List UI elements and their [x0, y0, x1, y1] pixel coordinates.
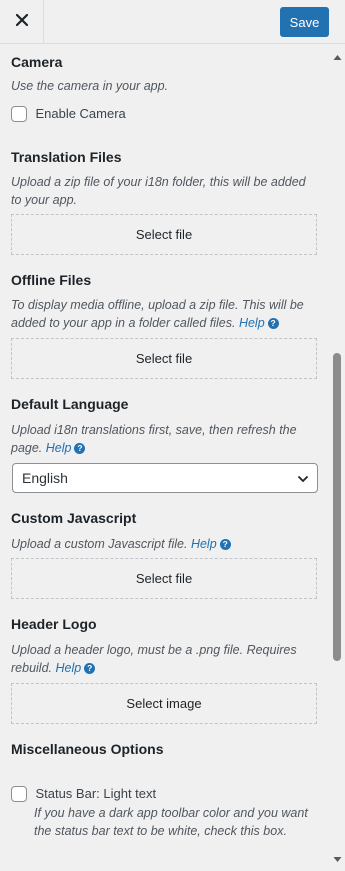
camera-description: Use the camera in your app. [11, 79, 169, 93]
scroll-up-arrow-icon[interactable] [333, 48, 342, 66]
language-selected-value: English [22, 470, 68, 486]
offline-title: Offline Files [11, 272, 92, 288]
status-bar-desc-line2: the status bar text to be white, check t… [34, 824, 287, 838]
enable-camera-row: Enable Camera [11, 105, 318, 123]
language-section: Default Language Upload i18n translation… [11, 395, 318, 493]
offline-desc-line2: added to your app in a folder called fil… [11, 316, 236, 330]
customizer-header: Save [0, 0, 345, 44]
chevron-down-icon [297, 472, 309, 488]
language-desc-line2: page. [11, 441, 43, 455]
help-circle-icon[interactable]: ? [219, 539, 231, 550]
translation-section: Translation Files Upload a zip file of y… [11, 148, 318, 255]
status-bar-label[interactable]: Status Bar: Light text [35, 786, 156, 801]
javascript-help-link[interactable]: Help [191, 537, 217, 551]
translation-title: Translation Files [11, 149, 122, 165]
help-circle-icon[interactable]: ? [84, 663, 96, 674]
offline-section: Offline Files To display media offline, … [11, 271, 318, 379]
javascript-select-file-button[interactable]: Select file [11, 558, 317, 599]
header-logo-desc-line1: Upload a header logo, must be a .png fil… [11, 643, 297, 657]
header-logo-desc-line2: rebuild. [11, 661, 52, 675]
offline-select-file-button[interactable]: Select file [11, 338, 317, 379]
language-title: Default Language [11, 396, 129, 412]
javascript-description: Upload a custom Javascript file. Help? [11, 535, 318, 553]
close-icon [15, 13, 29, 32]
status-bar-row: Status Bar: Light text [11, 785, 318, 803]
language-select-wrap: English [11, 463, 318, 493]
status-bar-desc-line1: If you have a dark app toolbar color and… [34, 806, 308, 820]
enable-camera-label[interactable]: Enable Camera [35, 106, 125, 121]
header-logo-section: Header Logo Upload a header logo, must b… [11, 615, 318, 724]
scroll-down-arrow-icon[interactable] [333, 850, 342, 868]
help-circle-icon[interactable]: ? [74, 443, 86, 454]
language-description: Upload i18n translations first, save, th… [11, 421, 318, 457]
translation-description: Upload a zip file of your i18n folder, t… [11, 173, 318, 209]
camera-section: Camera Use the camera in your app. Enabl… [11, 53, 318, 123]
camera-title: Camera [11, 54, 63, 70]
javascript-title: Custom Javascript [11, 510, 137, 526]
enable-camera-checkbox[interactable] [11, 105, 27, 122]
offline-help-link[interactable]: Help [239, 316, 265, 330]
misc-title: Miscellaneous Options [11, 741, 164, 757]
language-select[interactable]: English [12, 463, 318, 493]
translation-select-file-button[interactable]: Select file [11, 214, 317, 255]
javascript-section: Custom Javascript Upload a custom Javasc… [11, 509, 318, 599]
javascript-desc: Upload a custom Javascript file. [11, 537, 188, 551]
misc-section: Miscellaneous Options Status Bar: Light … [11, 740, 318, 840]
header-logo-select-image-button[interactable]: Select image [11, 683, 317, 724]
header-logo-help-link[interactable]: Help [55, 661, 81, 675]
scrollbar-thumb[interactable] [333, 353, 341, 661]
status-bar-checkbox[interactable] [11, 785, 27, 802]
header-logo-description: Upload a header logo, must be a .png fil… [11, 641, 318, 677]
save-button[interactable]: Save [280, 7, 329, 37]
close-button[interactable] [0, 0, 44, 44]
settings-panel: Camera Use the camera in your app. Enabl… [0, 45, 329, 871]
translation-desc-line2: to your app. [11, 193, 78, 207]
status-bar-description: If you have a dark app toolbar color and… [34, 804, 318, 840]
offline-description: To display media offline, upload a zip f… [11, 296, 318, 332]
help-circle-icon[interactable]: ? [267, 318, 279, 329]
translation-desc-line1: Upload a zip file of your i18n folder, t… [11, 175, 306, 189]
language-help-link[interactable]: Help [46, 441, 72, 455]
offline-desc-line1: To display media offline, upload a zip f… [11, 298, 304, 312]
vertical-scrollbar[interactable] [330, 45, 345, 871]
language-desc-line1: Upload i18n translations first, save, th… [11, 423, 297, 437]
header-logo-title: Header Logo [11, 616, 97, 632]
